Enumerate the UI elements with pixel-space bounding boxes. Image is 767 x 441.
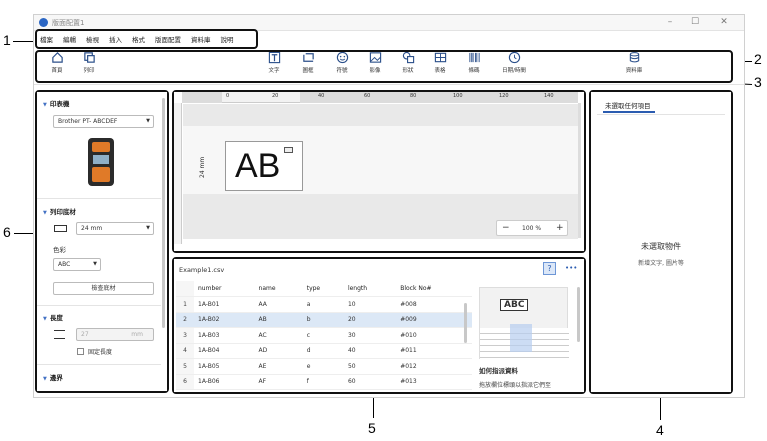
tab-no-selection[interactable]: 未選取任何項目 xyxy=(605,100,651,110)
horizontal-ruler: 0 20 40 60 80 100 120 140 xyxy=(182,92,578,103)
table-row[interactable]: 5 1A-B05 AE e 50 #012 xyxy=(176,358,472,375)
table-row[interactable]: 1 1A-B01 AA a 10 #008 xyxy=(176,296,472,313)
length-icon xyxy=(54,330,65,339)
table-row-selected[interactable]: 2 1A-B02 AB b 20 #009 xyxy=(176,312,472,328)
length-section-header[interactable]: ▼ 長度 xyxy=(43,312,63,322)
object-properties-panel: 未選取任何項目 未選取物件 新增文字, 圖片等 xyxy=(591,92,731,392)
empty-state-title: 未選取物件 xyxy=(641,242,681,251)
label-object[interactable]: AB xyxy=(225,141,303,191)
table-row[interactable]: 6 1A-B06 AF f 60 #013 xyxy=(176,374,472,390)
maximize-button[interactable]: ☐ xyxy=(688,17,702,27)
vertical-ruler xyxy=(174,103,182,244)
app-icon xyxy=(39,18,48,27)
callout-4: 4 xyxy=(656,422,664,438)
zoom-control: − 100 % + xyxy=(496,220,568,236)
callout-6: 6 xyxy=(3,224,11,240)
zoom-in-button[interactable]: + xyxy=(556,223,564,233)
callout-2: 2 xyxy=(754,51,762,67)
canvas-scrollbar[interactable] xyxy=(578,103,581,238)
chevron-down-icon: ▼ xyxy=(93,261,97,267)
layout-canvas: 0 20 40 60 80 100 120 140 24 mm AB − 100… xyxy=(174,92,584,251)
hint-text: 拖放欄位標頭以指派它們至 xyxy=(479,382,552,389)
chevron-down-icon: ▼ xyxy=(146,118,150,124)
chevron-down-icon: ▼ xyxy=(146,225,150,231)
window-title: 版面配置1 xyxy=(52,19,85,27)
properties-panel: ▼ 印表機 Brother PT- ABCDEF ▼ ▼ 列印底材 24 mm ▼ 色彩… xyxy=(37,92,167,391)
color-label: 色彩 xyxy=(53,246,66,254)
media-section-header[interactable]: ▼ 列印底材 xyxy=(43,206,76,216)
callout-line-5 xyxy=(373,395,374,418)
help-button[interactable]: ? xyxy=(543,262,556,275)
table-row[interactable]: 4 1A-B04 AD d 40 #011 xyxy=(176,343,472,359)
zoom-level: 100 % xyxy=(522,225,542,232)
printer-image xyxy=(88,138,114,186)
callout-1: 1 xyxy=(3,32,11,48)
object-handle-icon[interactable] xyxy=(284,147,293,153)
tape-icon xyxy=(54,225,67,232)
menu-highlight xyxy=(35,29,258,49)
zoom-out-button[interactable]: − xyxy=(502,223,510,233)
active-tab-indicator xyxy=(603,111,655,113)
color-select[interactable]: ABC ▼ xyxy=(53,258,101,271)
table-scrollbar[interactable] xyxy=(464,303,467,343)
toolbar-highlight xyxy=(35,50,733,83)
column-header[interactable]: length xyxy=(343,281,397,297)
tape-width-select[interactable]: 24 mm ▼ xyxy=(76,222,154,235)
empty-state-subtitle: 新增文字, 圖片等 xyxy=(638,260,684,267)
more-options-button[interactable]: ••• xyxy=(565,264,577,272)
tape-size-label: 24 mm xyxy=(199,156,206,178)
database-file-name: Example1.csv xyxy=(179,266,225,274)
check-media-button[interactable]: 檢查底材 xyxy=(53,282,154,295)
printer-section-header[interactable]: ▼ 印表機 xyxy=(43,98,69,108)
column-header[interactable]: Block No# xyxy=(396,281,472,297)
margin-section-header[interactable]: ▼ 邊界 xyxy=(43,372,63,382)
hint-title: 如何指派資料 xyxy=(479,367,518,375)
column-header[interactable]: type xyxy=(302,281,344,297)
callout-5: 5 xyxy=(368,420,376,436)
hint-illustration: ABC xyxy=(479,287,569,360)
database-panel: Example1.csv ? ••• number name type leng… xyxy=(174,259,584,392)
callout-line-1 xyxy=(13,41,35,42)
column-header[interactable]: name xyxy=(254,281,303,297)
close-button[interactable]: ✕ xyxy=(717,17,731,27)
table-row[interactable]: 3 1A-B03 AC c 30 #010 xyxy=(176,327,472,344)
hint-pane: ABC 如何指派資料 拖放欄位標頭以指派它們至 xyxy=(477,287,572,392)
hint-scrollbar[interactable] xyxy=(577,287,580,342)
length-input[interactable]: 27 mm xyxy=(76,328,154,341)
fixed-length-checkbox[interactable] xyxy=(77,348,84,355)
label-text[interactable]: AB xyxy=(235,147,280,186)
callout-line-4 xyxy=(660,395,661,420)
printer-select[interactable]: Brother PT- ABCDEF ▼ xyxy=(53,115,154,128)
minimize-button[interactable]: – xyxy=(663,17,677,27)
column-header[interactable]: number xyxy=(194,281,255,297)
database-table: number name type length Block No# 1 1A-B0… xyxy=(176,281,472,390)
left-panel-scrollbar[interactable] xyxy=(162,98,165,328)
fixed-length-label: 固定長度 xyxy=(88,349,113,356)
hint-preview-text: ABC xyxy=(500,299,529,311)
callout-3: 3 xyxy=(754,74,762,90)
table-header-row: number name type length Block No# xyxy=(176,281,472,297)
